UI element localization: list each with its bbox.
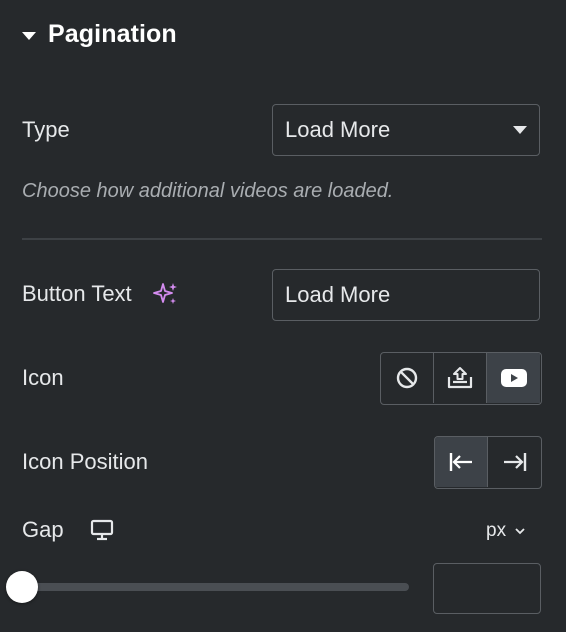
gap-label: Gap bbox=[22, 517, 64, 542]
icon-position-start[interactable] bbox=[435, 437, 488, 487]
gap-label-row: Gap bbox=[22, 517, 114, 543]
chevron-down-icon bbox=[515, 528, 525, 535]
icon-position-label: Icon Position bbox=[22, 449, 148, 474]
unit-selector[interactable]: px bbox=[486, 520, 526, 542]
youtube-icon bbox=[500, 369, 527, 387]
align-end-icon bbox=[503, 453, 526, 471]
button-text-input[interactable]: Load More bbox=[272, 269, 540, 321]
gap-number-input[interactable] bbox=[433, 563, 541, 614]
gap-slider-thumb[interactable] bbox=[6, 571, 38, 603]
type-help-text: Choose how additional videos are loaded. bbox=[22, 180, 394, 202]
caret-down-icon bbox=[513, 126, 527, 134]
icon-option-none[interactable] bbox=[381, 353, 434, 403]
ai-sparkle-icon[interactable] bbox=[153, 281, 179, 307]
align-start-icon bbox=[449, 453, 472, 471]
icon-position-choose-group bbox=[434, 436, 542, 489]
ban-icon bbox=[396, 367, 418, 389]
caret-down-icon bbox=[22, 31, 36, 40]
upload-icon bbox=[447, 367, 473, 389]
type-select[interactable]: Load More bbox=[272, 104, 540, 156]
type-label: Type bbox=[22, 117, 70, 142]
desktop-icon[interactable] bbox=[90, 519, 114, 541]
section-toggle[interactable]: Pagination bbox=[22, 20, 177, 49]
type-select-value: Load More bbox=[285, 117, 391, 142]
pagination-panel: Pagination Type Load More Choose how add… bbox=[0, 0, 566, 632]
gap-slider-track[interactable] bbox=[6, 571, 409, 603]
unit-label: px bbox=[486, 520, 507, 541]
section-title: Pagination bbox=[48, 20, 177, 48]
icon-option-youtube[interactable] bbox=[487, 353, 540, 403]
icon-choose-group bbox=[380, 352, 542, 405]
icon-label: Icon bbox=[22, 365, 64, 390]
divider bbox=[22, 238, 542, 240]
icon-option-upload[interactable] bbox=[434, 353, 487, 403]
button-text-label: Button Text bbox=[22, 281, 132, 306]
icon-position-end[interactable] bbox=[488, 437, 541, 487]
